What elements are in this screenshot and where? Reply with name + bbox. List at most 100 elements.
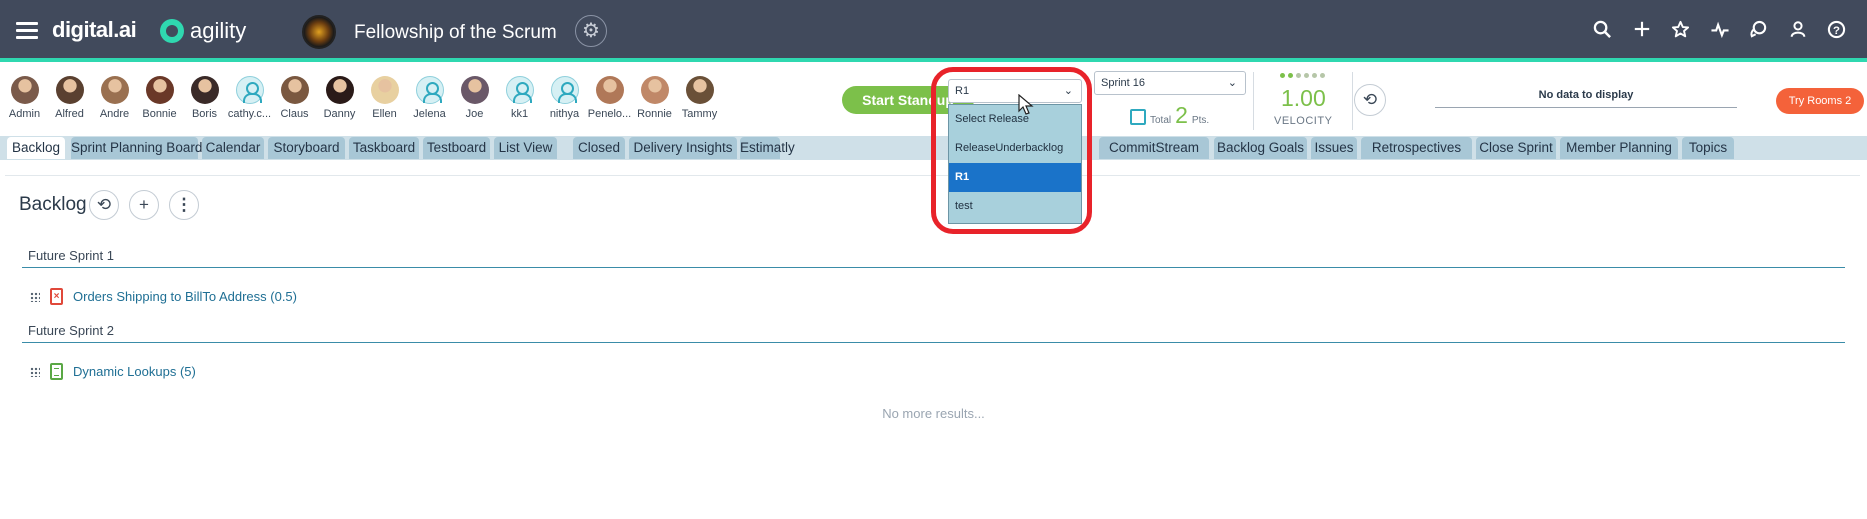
member-name: Andre xyxy=(99,108,130,120)
backlog-title: Backlog xyxy=(19,194,87,215)
tab-delivery-insights[interactable]: Delivery Insights xyxy=(629,137,737,159)
user-icon[interactable] xyxy=(1787,20,1808,41)
digital-ai-logo[interactable]: digital.ai xyxy=(52,17,137,43)
avatar[interactable] xyxy=(10,76,39,104)
avatar[interactable] xyxy=(280,76,309,104)
member-avatar-item[interactable]: Jelena xyxy=(407,76,452,120)
avatar[interactable] xyxy=(685,76,714,104)
points-unit-label: Pts. xyxy=(1191,115,1210,126)
avatar[interactable] xyxy=(505,76,534,104)
add-icon[interactable]: + xyxy=(129,190,159,220)
avatar[interactable] xyxy=(55,76,84,104)
tab-close-sprint[interactable]: Close Sprint xyxy=(1476,137,1556,159)
tab-member-planning[interactable]: Member Planning xyxy=(1560,137,1678,159)
group-label-future-sprint-1[interactable]: Future Sprint 1 xyxy=(28,248,114,263)
team-name[interactable]: Fellowship of the Scrum xyxy=(354,22,557,44)
member-avatar-item[interactable]: Tammy xyxy=(677,76,722,120)
tab-topics[interactable]: Topics xyxy=(1682,137,1734,159)
member-avatar-item[interactable]: Ronnie xyxy=(632,76,677,120)
agility-product-name: agility xyxy=(190,18,247,43)
member-avatar-item[interactable]: Claus xyxy=(272,76,317,120)
member-avatar-item[interactable]: Bonnie xyxy=(137,76,182,120)
divider xyxy=(1352,72,1353,130)
member-avatar-item[interactable]: nithya xyxy=(542,76,587,120)
help-icon[interactable]: ? xyxy=(1826,20,1847,41)
tab-backlog[interactable]: Backlog xyxy=(7,137,65,159)
avatar[interactable] xyxy=(190,76,219,104)
member-name: Penelo... xyxy=(587,108,632,120)
member-avatar-item[interactable]: Danny xyxy=(317,76,362,120)
member-avatar-item[interactable]: Penelo... xyxy=(587,76,632,120)
velocity-dots-icon xyxy=(1280,73,1325,78)
tab-list-view[interactable]: List View xyxy=(494,137,557,159)
avatar[interactable] xyxy=(235,76,264,104)
tab-closed[interactable]: Closed xyxy=(573,137,625,159)
avatar[interactable] xyxy=(595,76,624,104)
avatar[interactable] xyxy=(460,76,489,104)
tab-storyboard[interactable]: Storyboard xyxy=(268,137,345,159)
avatar[interactable] xyxy=(100,76,129,104)
team-settings-gear-icon[interactable]: ⚙ xyxy=(575,15,607,47)
burndown-no-data-text: No data to display xyxy=(1538,89,1634,101)
group-divider xyxy=(22,342,1845,343)
copy-icon xyxy=(1130,109,1146,125)
backlog-item-title[interactable]: Orders Shipping to BillTo Address (0.5) xyxy=(73,289,297,304)
member-avatar-item[interactable]: Alfred xyxy=(47,76,92,120)
hamburger-menu-icon[interactable] xyxy=(16,22,38,40)
avatar[interactable] xyxy=(145,76,174,104)
mouse-cursor-icon xyxy=(1018,94,1034,115)
tab-testboard[interactable]: Testboard xyxy=(423,137,490,159)
drag-handle-icon[interactable] xyxy=(30,366,40,377)
avatar[interactable] xyxy=(640,76,669,104)
member-name: Tammy xyxy=(681,108,718,120)
avatar[interactable] xyxy=(370,76,399,104)
member-avatar-item[interactable]: cathy.c... xyxy=(227,76,272,120)
tab-calendar[interactable]: Calendar xyxy=(202,137,264,159)
sprint-select-value: Sprint 16 xyxy=(1101,77,1146,89)
star-icon[interactable] xyxy=(1670,20,1691,41)
drag-handle-icon[interactable] xyxy=(30,291,40,302)
member-avatar-item[interactable]: Andre xyxy=(92,76,137,120)
group-divider xyxy=(22,267,1845,268)
plus-icon[interactable] xyxy=(1631,20,1652,41)
member-name: Jelena xyxy=(413,108,446,120)
tab-backlog-goals[interactable]: Backlog Goals xyxy=(1214,137,1307,159)
refresh-icon[interactable]: ⟲ xyxy=(1354,84,1386,116)
points-value: 2 xyxy=(1175,102,1188,128)
backlog-item-title[interactable]: Dynamic Lookups (5) xyxy=(73,364,196,379)
tab-estimatly[interactable]: Estimatly xyxy=(740,137,795,159)
list-item[interactable]: Dynamic Lookups (5) xyxy=(30,363,196,380)
tab-sprint-planning-board[interactable]: Sprint Planning Board xyxy=(71,137,202,159)
annotation-highlight-box xyxy=(931,67,1092,234)
member-avatar-item[interactable]: Joe xyxy=(452,76,497,120)
tab-commitstream[interactable]: CommitStream xyxy=(1099,137,1209,159)
velocity-label: VELOCITY xyxy=(1274,115,1333,127)
story-icon xyxy=(50,363,63,380)
tab-taskboard[interactable]: Taskboard xyxy=(349,137,419,159)
list-item[interactable]: × Orders Shipping to BillTo Address (0.5… xyxy=(30,288,297,305)
tab-issues[interactable]: Issues xyxy=(1311,137,1357,159)
try-rooms-button[interactable]: Try Rooms 2 xyxy=(1776,88,1864,114)
member-name: Danny xyxy=(323,108,356,120)
defect-icon: × xyxy=(50,288,63,305)
member-name: Ronnie xyxy=(637,108,672,120)
group-label-future-sprint-2[interactable]: Future Sprint 2 xyxy=(28,323,114,338)
more-options-icon[interactable]: ⋮ xyxy=(169,190,199,220)
refresh-icon[interactable]: ⟲ xyxy=(89,190,119,220)
avatar[interactable] xyxy=(550,76,579,104)
search-icon[interactable] xyxy=(1592,20,1613,41)
tab-retrospectives[interactable]: Retrospectives xyxy=(1361,137,1472,159)
member-avatar-item[interactable]: kk1 xyxy=(497,76,542,120)
backlog-panel xyxy=(5,175,1860,519)
member-avatar-item[interactable]: Ellen xyxy=(362,76,407,120)
member-avatar-item[interactable]: Admin xyxy=(2,76,47,120)
chat-icon[interactable] xyxy=(1748,20,1769,41)
chevron-down-icon: ⌄ xyxy=(1227,77,1237,89)
avatar[interactable] xyxy=(415,76,444,104)
avatar[interactable] xyxy=(325,76,354,104)
sprint-select[interactable]: Sprint 16 ⌄ xyxy=(1094,71,1246,95)
pulse-icon[interactable] xyxy=(1709,20,1730,41)
member-avatar-item[interactable]: Boris xyxy=(182,76,227,120)
burndown-chart-axis xyxy=(1435,107,1737,108)
team-avatar[interactable] xyxy=(302,15,336,49)
